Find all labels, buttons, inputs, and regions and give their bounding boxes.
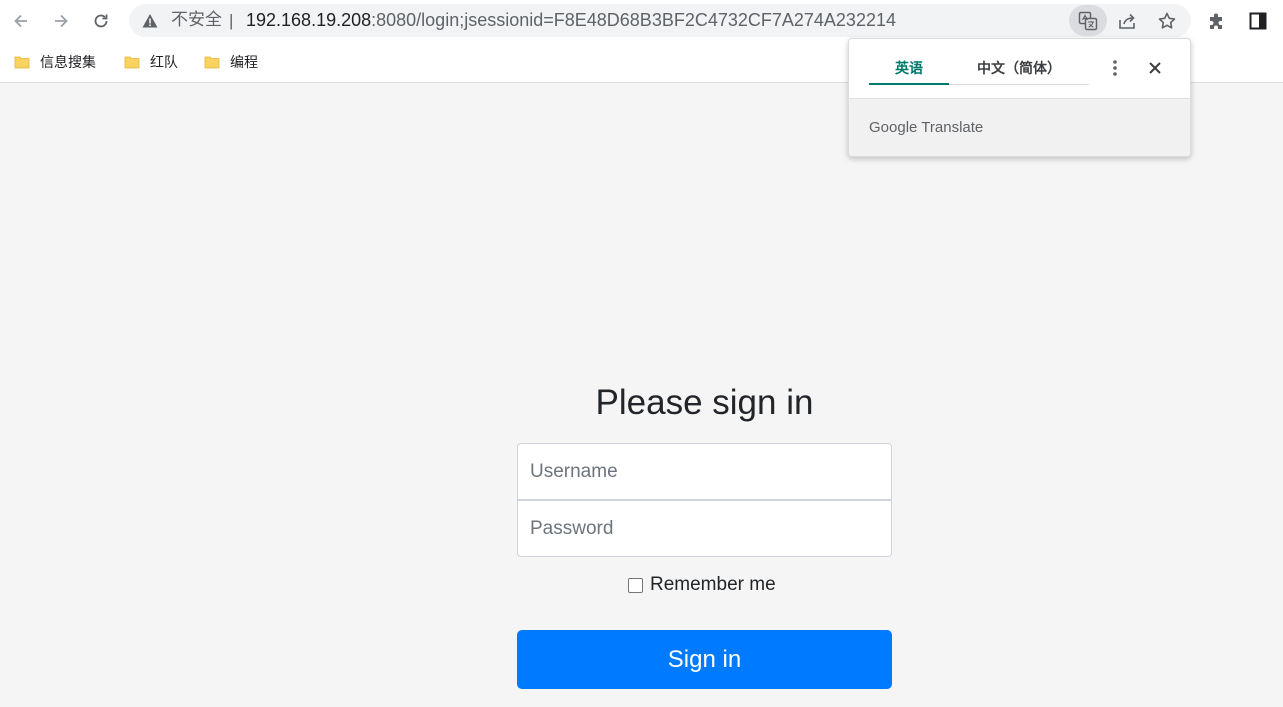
page-content: Please sign in Remember me Sign in (0, 84, 1283, 707)
share-button[interactable] (1116, 10, 1138, 32)
omnibox[interactable]: 不安全 | 192.168.19.208:8080/login;jsession… (129, 4, 1191, 37)
close-icon (1149, 62, 1161, 74)
bookmark-folder[interactable]: 红队 (124, 52, 178, 72)
side-panel-button[interactable] (1246, 9, 1270, 33)
remember-me[interactable]: Remember me (628, 574, 776, 596)
bookmark-folder[interactable]: 信息搜集 (14, 52, 96, 72)
security-status[interactable]: 不安全 (171, 10, 222, 31)
folder-icon (204, 56, 220, 69)
remember-me-label[interactable]: Remember me (650, 574, 776, 596)
brand-translate: Translate (921, 119, 984, 136)
bookmark-star-button[interactable] (1156, 10, 1178, 32)
translate-button[interactable] (1069, 5, 1107, 36)
arrow-right-icon (55, 14, 68, 28)
puzzle-icon (1210, 13, 1222, 29)
arrow-left-icon (14, 14, 27, 28)
translate-icon (1078, 11, 1098, 30)
share-icon (1119, 13, 1135, 29)
bookmark-label: 信息搜集 (40, 55, 96, 71)
extensions-button[interactable] (1205, 9, 1229, 33)
tab-target-language[interactable]: 中文（简体） (949, 59, 1089, 85)
browser-toolbar: 不安全 | 192.168.19.208:8080/login;jsession… (0, 0, 1283, 42)
tab-source-language[interactable]: 英语 (869, 59, 949, 85)
sign-in-button[interactable]: Sign in (517, 630, 892, 689)
bookmark-folder[interactable]: 编程 (204, 52, 258, 72)
translate-popup: 英语 中文（简体） Google Translate (848, 38, 1191, 157)
translate-tabs: 英语 中文（简体） (849, 39, 1190, 99)
star-icon (1158, 12, 1176, 29)
folder-icon (14, 56, 30, 69)
bookmark-label: 红队 (150, 55, 178, 71)
url-text[interactable]: 192.168.19.208:8080/login;jsessionid=F8E… (246, 10, 896, 31)
forward-button[interactable] (48, 8, 74, 34)
google-translate-brand: Google Translate (869, 119, 983, 136)
more-vert-icon (1113, 60, 1117, 76)
omnibox-separator: | (229, 11, 234, 30)
translate-footer: Google Translate (849, 99, 1190, 156)
warning-triangle-icon[interactable] (141, 12, 159, 30)
back-button[interactable] (8, 8, 34, 34)
bookmark-label: 编程 (230, 55, 258, 71)
more-options-button[interactable] (1105, 57, 1125, 79)
side-panel-icon (1249, 12, 1267, 30)
password-input[interactable] (517, 500, 892, 557)
remember-me-checkbox[interactable] (628, 577, 643, 593)
brand-google: Google (869, 119, 918, 136)
folder-icon (124, 56, 140, 69)
reload-icon (94, 14, 108, 28)
close-button[interactable] (1144, 57, 1166, 79)
reload-button[interactable] (88, 8, 114, 34)
url-host: 192.168.19.208 (246, 10, 372, 30)
username-input[interactable] (517, 443, 892, 500)
page-title: Please sign in (595, 383, 814, 422)
url-path: :8080/login;jsessionid=F8E48D68B3BF2C473… (371, 10, 896, 30)
